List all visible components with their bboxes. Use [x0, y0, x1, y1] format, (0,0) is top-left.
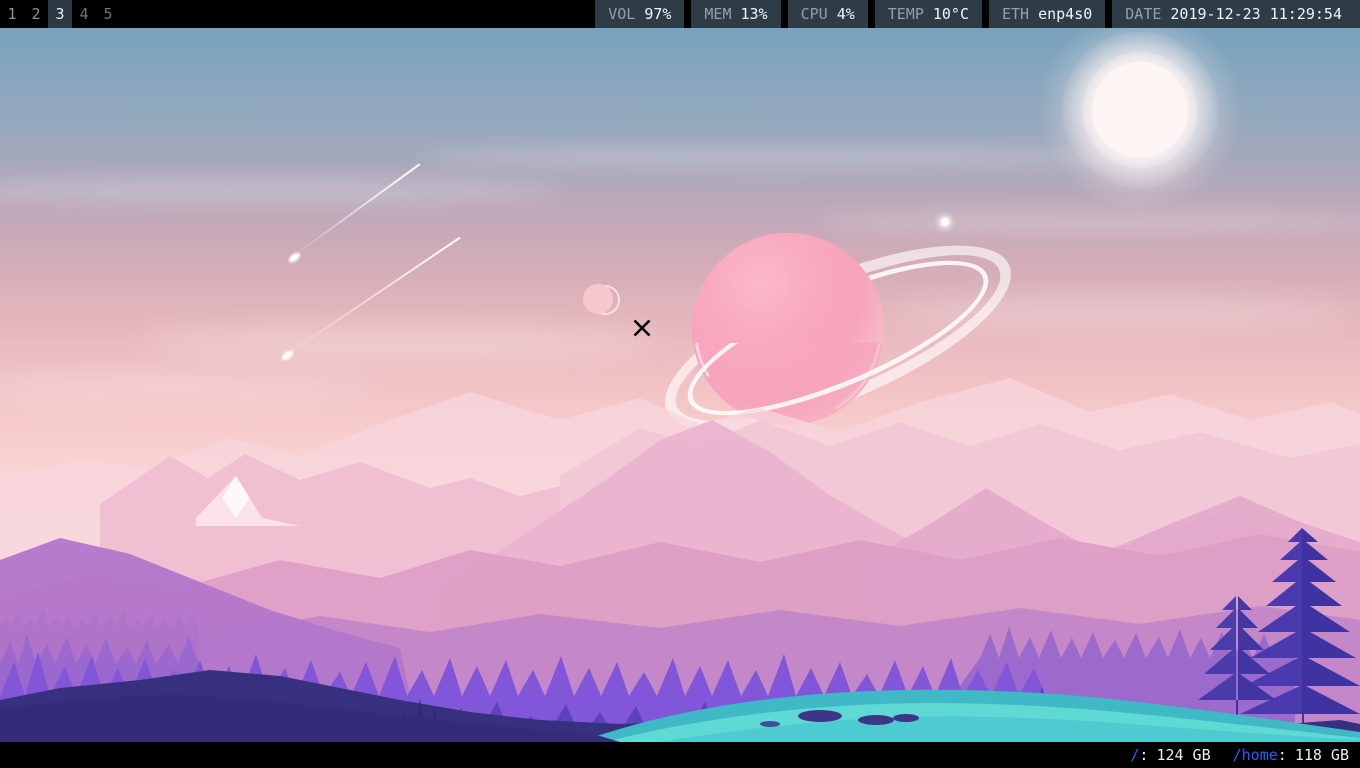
- cloud-band: [820, 210, 1360, 234]
- root-size: 124 GB: [1156, 746, 1211, 764]
- mouse-cursor-x-icon: [632, 318, 652, 338]
- root-colon: :: [1139, 746, 1149, 764]
- root-slash: /: [1130, 746, 1140, 764]
- datetime-label: DATE: [1125, 5, 1162, 23]
- home-colon: :: [1277, 746, 1287, 764]
- home-mount: home: [1241, 746, 1278, 764]
- cpu-label: CPU: [800, 5, 828, 23]
- status-block-volume[interactable]: VOL 97%: [595, 0, 685, 28]
- status-block-memory[interactable]: MEM 13%: [691, 0, 781, 28]
- workspace-1[interactable]: 1: [0, 0, 24, 28]
- bottom-status-bar: / : 124 GB / home : 118 GB: [0, 742, 1360, 768]
- cloud-band: [420, 146, 1120, 168]
- memory-label: MEM: [704, 5, 732, 23]
- temperature-value: 10°C: [932, 5, 969, 23]
- workspace-switcher[interactable]: 1 2 3 4 5: [0, 0, 120, 28]
- datetime-value: 2019-12-23 11:29:54: [1170, 5, 1342, 23]
- mountain-layers: [0, 378, 1360, 742]
- status-block-datetime[interactable]: DATE 2019-12-23 11:29:54: [1112, 0, 1360, 28]
- crescent-moon-icon: [583, 284, 620, 315]
- volume-label: VOL: [608, 5, 636, 23]
- status-block-ethernet[interactable]: ETH enp4s0: [989, 0, 1106, 28]
- workspace-3[interactable]: 3: [48, 0, 72, 28]
- disk-usage-root[interactable]: / : 124 GB: [1130, 746, 1210, 764]
- home-size: 118 GB: [1294, 746, 1349, 764]
- memory-value: 13%: [740, 5, 768, 23]
- workspace-2[interactable]: 2: [24, 0, 48, 28]
- status-blocks: VOL 97% MEM 13% CPU 4% TEMP 10°C ETH enp…: [588, 0, 1360, 28]
- status-block-cpu[interactable]: CPU 4%: [787, 0, 868, 28]
- status-block-temperature[interactable]: TEMP 10°C: [874, 0, 982, 28]
- cpu-value: 4%: [836, 5, 855, 23]
- ethernet-value: enp4s0: [1038, 5, 1093, 23]
- sun-icon: [1092, 62, 1188, 158]
- temperature-label: TEMP: [887, 5, 924, 23]
- workspace-5[interactable]: 5: [96, 0, 120, 28]
- top-status-bar: 1 2 3 4 5 VOL 97% MEM 13% CPU 4% TEMP 10…: [0, 0, 1360, 28]
- volume-value: 97%: [644, 5, 672, 23]
- star-icon: [941, 218, 949, 226]
- ethernet-label: ETH: [1002, 5, 1030, 23]
- desktop-wallpaper[interactable]: [0, 28, 1360, 742]
- home-slash: /: [1232, 746, 1242, 764]
- disk-usage-home[interactable]: / home : 118 GB: [1233, 746, 1349, 764]
- workspace-4[interactable]: 4: [72, 0, 96, 28]
- desktop-screen: 1 2 3 4 5 VOL 97% MEM 13% CPU 4% TEMP 10…: [0, 0, 1360, 768]
